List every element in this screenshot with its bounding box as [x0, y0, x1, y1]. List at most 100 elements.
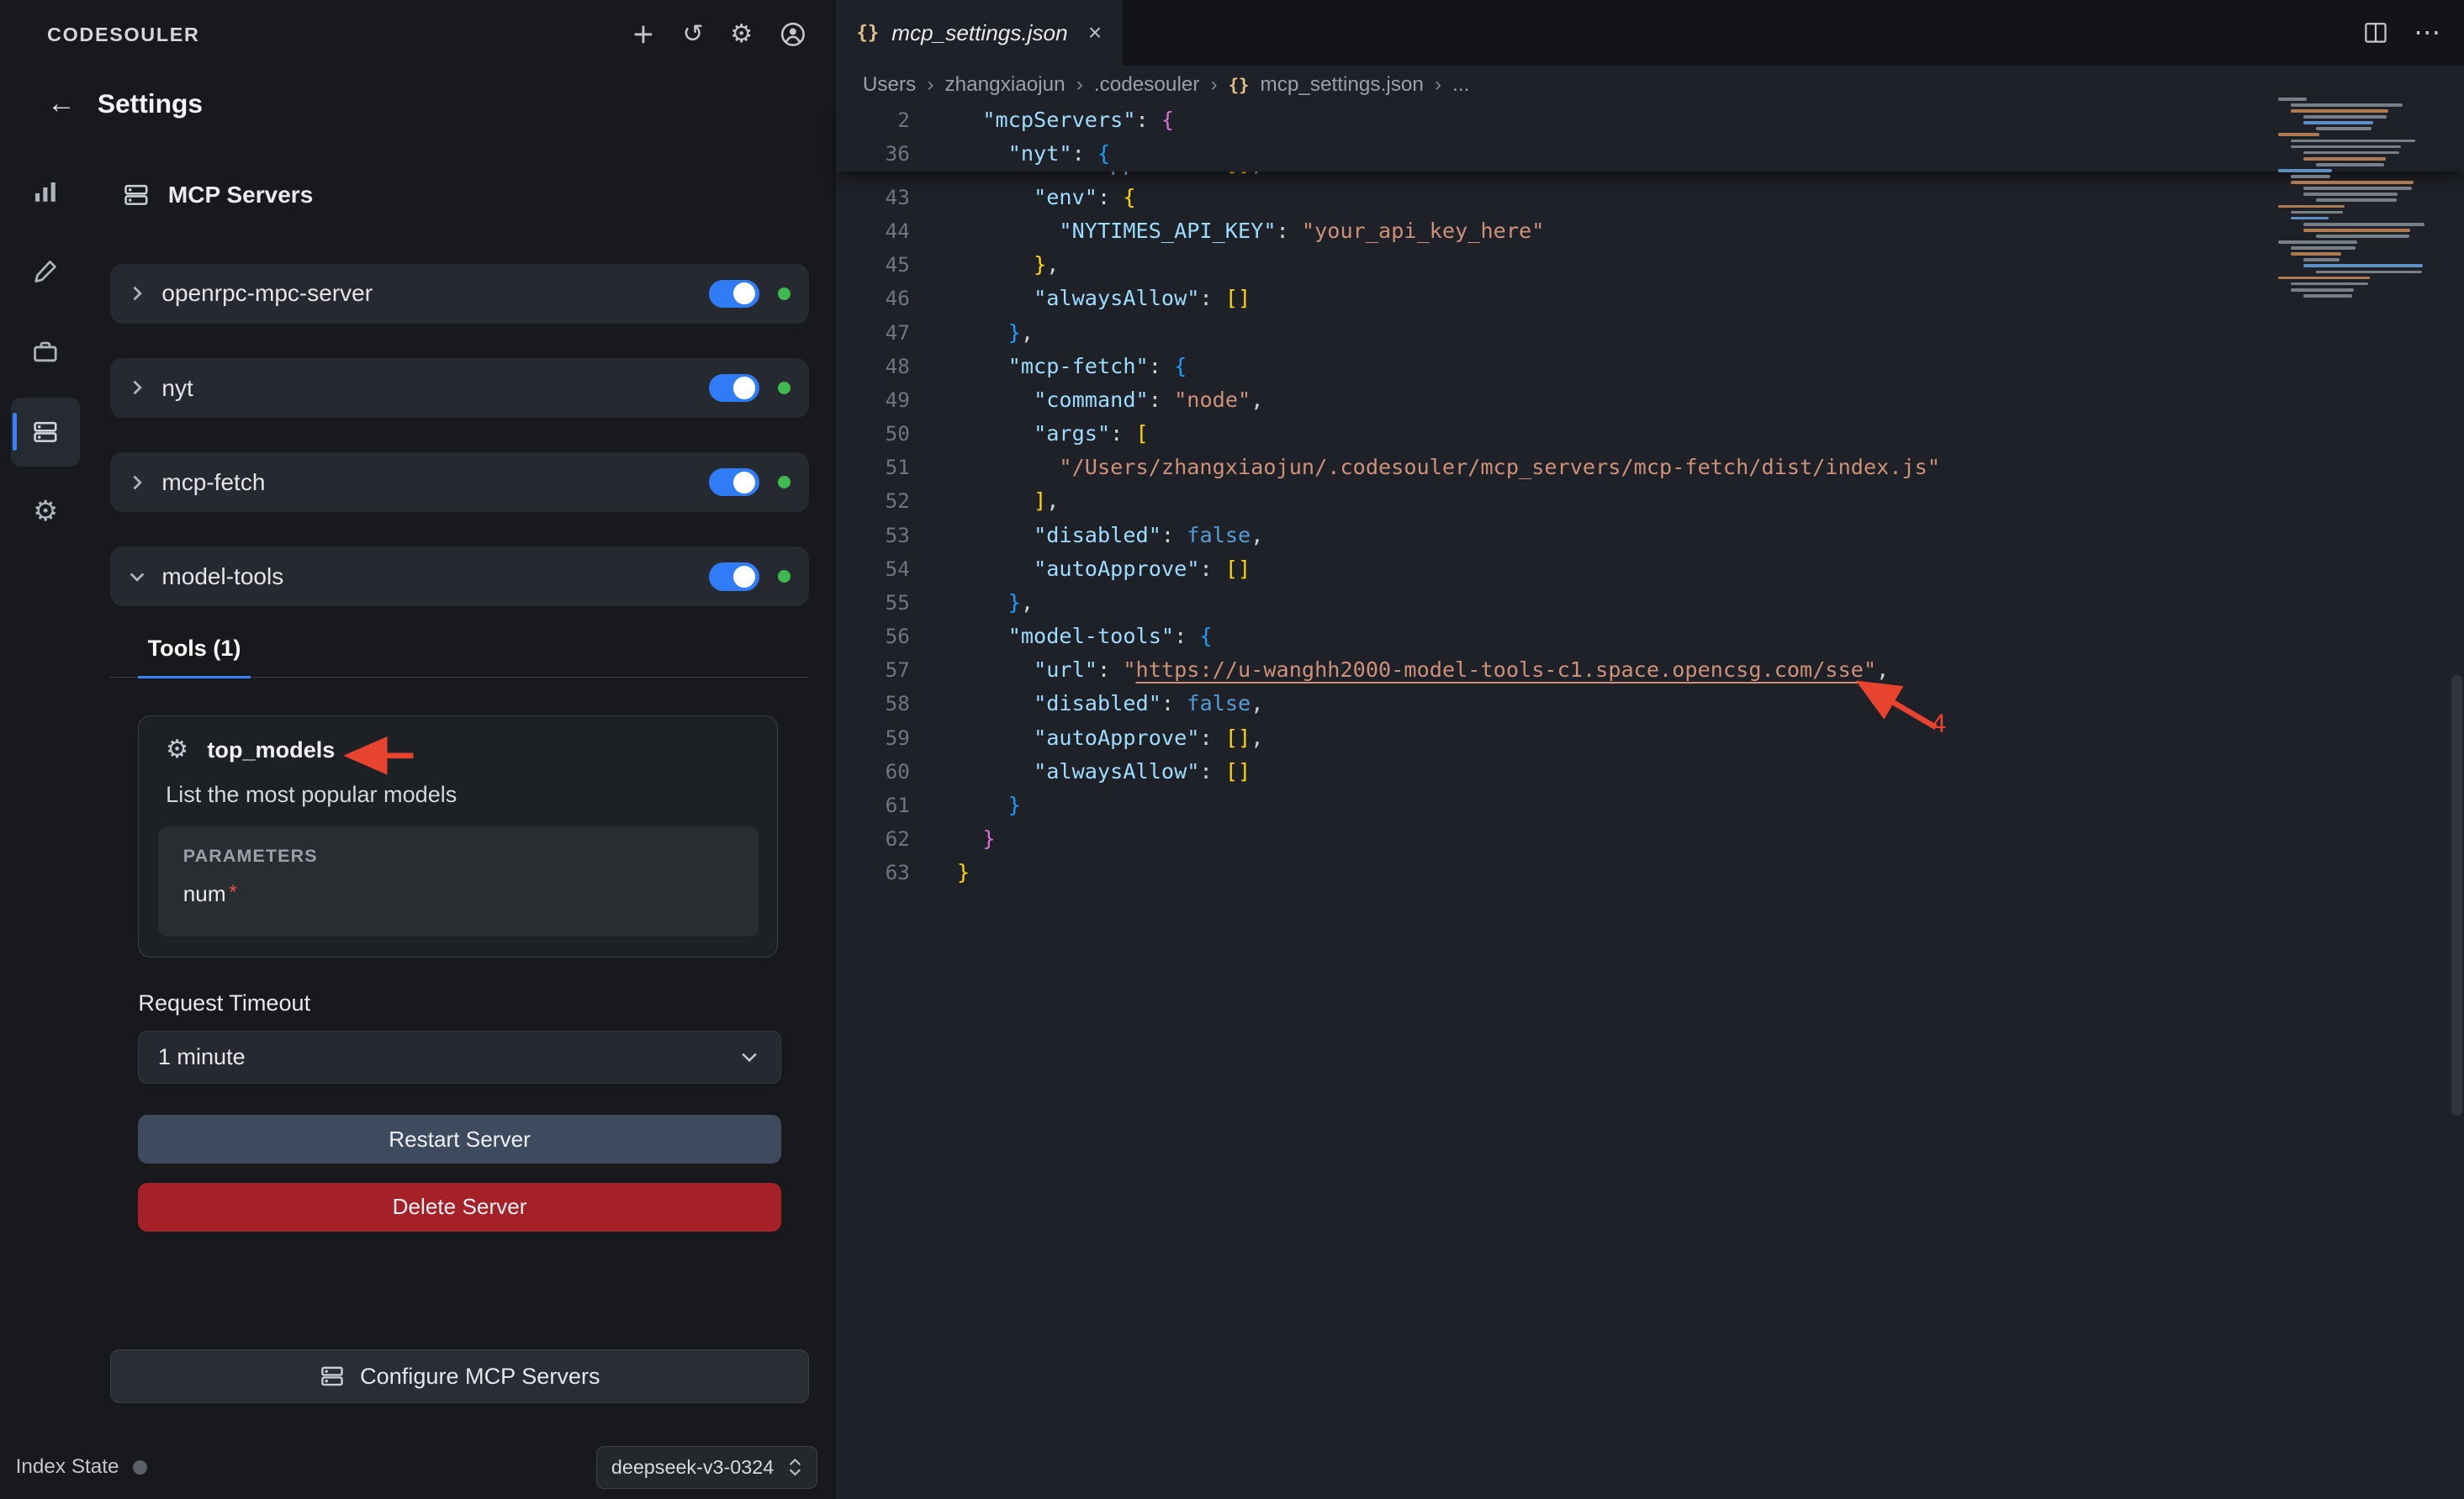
- code-line[interactable]: 59 "autoApprove": [],: [836, 721, 2464, 755]
- mcp-panel: MCP Servers openrpc-mpc-server nyt: [110, 157, 810, 1232]
- minimap-line: [2316, 127, 2371, 130]
- configure-mcp-servers-button[interactable]: Configure MCP Servers: [110, 1349, 810, 1403]
- back-arrow-icon[interactable]: ←: [47, 88, 76, 120]
- code-line[interactable]: 36 "nyt": {: [836, 137, 2464, 171]
- breadcrumb-item[interactable]: .codesouler: [1094, 73, 1200, 97]
- tab-tools[interactable]: Tools (1): [138, 635, 250, 678]
- request-timeout-label: Request Timeout: [138, 990, 809, 1016]
- code-line[interactable]: 51 "/Users/zhangxiaojun/.codesouler/mcp_…: [836, 451, 2464, 484]
- breadcrumb-item[interactable]: ...: [1452, 73, 1469, 97]
- server-name: openrpc-mpc-server: [161, 280, 373, 307]
- line-number: 43: [836, 181, 910, 214]
- code-text: "alwaysAllow": []: [957, 282, 1251, 315]
- minimap-line: [2291, 109, 2388, 113]
- icon-rail: ⚙: [0, 157, 91, 557]
- code-line[interactable]: 60 "alwaysAllow": []: [836, 755, 2464, 789]
- code-line[interactable]: 50 "args": [: [836, 417, 2464, 451]
- code-text: "mcp-fetch": {: [957, 350, 1187, 383]
- server-toggle[interactable]: [709, 562, 759, 591]
- rail-item-mcp-servers[interactable]: [11, 398, 80, 467]
- minimap-line: [2316, 198, 2396, 202]
- code-editor: 2 "mcpServers": {36 "nyt": { "autoApprov…: [836, 103, 2464, 1498]
- tool-card: ⚙ top_models List the most popular model…: [138, 715, 778, 958]
- parameter-name: num*: [183, 881, 733, 907]
- code-line[interactable]: 63}: [836, 856, 2464, 889]
- model-selector[interactable]: deepseek-v3-0324: [596, 1446, 817, 1489]
- code-line[interactable]: 46 "alwaysAllow": []: [836, 282, 2464, 315]
- delete-server-button[interactable]: Delete Server: [138, 1183, 780, 1232]
- rail-item-settings[interactable]: ⚙: [11, 478, 80, 546]
- code-line[interactable]: 61 }: [836, 789, 2464, 822]
- chevron-right-icon[interactable]: [125, 471, 149, 494]
- minimap-line: [2278, 98, 2307, 101]
- code-line[interactable]: 48 "mcp-fetch": {: [836, 350, 2464, 383]
- server-status-dot: [778, 476, 790, 488]
- editor-scrollbar[interactable]: [2451, 675, 2462, 1115]
- parameters-label: PARAMETERS: [183, 846, 733, 867]
- chevron-right-icon[interactable]: [125, 282, 149, 305]
- breadcrumb: Users›zhangxiaojun›.codesouler›{}mcp_set…: [836, 66, 2464, 103]
- rail-item-usage[interactable]: [11, 157, 80, 226]
- split-editor-icon[interactable]: [2363, 20, 2388, 45]
- restart-server-button[interactable]: Restart Server: [138, 1115, 780, 1164]
- new-chat-icon[interactable]: [631, 22, 656, 47]
- breadcrumb-item[interactable]: Users: [863, 73, 916, 97]
- code-text: "model-tools": {: [957, 620, 1213, 653]
- close-icon[interactable]: ×: [1088, 19, 1102, 46]
- rail-item-rules[interactable]: [11, 237, 80, 306]
- minimap-line: [2291, 246, 2356, 250]
- code-line[interactable]: 57 "url": "https://u-wanghh2000-model-to…: [836, 653, 2464, 687]
- server-row-openrpc[interactable]: openrpc-mpc-server: [110, 264, 810, 324]
- code-line[interactable]: 58 "disabled": false,: [836, 687, 2464, 720]
- code-text: "disabled": false,: [957, 519, 1263, 552]
- code-line[interactable]: 54 "autoApprove": []: [836, 552, 2464, 586]
- breadcrumb-item[interactable]: zhangxiaojun: [945, 73, 1065, 97]
- minimap-line: [2303, 151, 2399, 155]
- server-status-dot: [778, 382, 790, 394]
- code-line[interactable]: 45 },: [836, 248, 2464, 282]
- line-number: 53: [836, 519, 910, 552]
- code-line[interactable]: 43 "env": {: [836, 181, 2464, 214]
- code-line[interactable]: 62 }: [836, 822, 2464, 856]
- line-number: 59: [836, 721, 910, 755]
- server-toggle[interactable]: [709, 374, 759, 403]
- code-line[interactable]: 56 "model-tools": {: [836, 620, 2464, 653]
- json-file-icon: {}: [856, 22, 879, 44]
- chevron-right-icon[interactable]: [125, 376, 149, 399]
- server-name: nyt: [161, 375, 193, 402]
- line-number: 48: [836, 350, 910, 383]
- tab-mcp-settings[interactable]: {} mcp_settings.json ×: [836, 0, 1123, 66]
- code-text: "url": "https://u-wanghh2000-model-tools…: [957, 653, 1889, 687]
- server-row-mcp-fetch[interactable]: mcp-fetch: [110, 452, 810, 512]
- server-status-dot: [778, 570, 790, 583]
- server-row-nyt[interactable]: nyt: [110, 358, 810, 418]
- more-actions-icon[interactable]: ⋯: [2414, 19, 2440, 46]
- gear-icon[interactable]: ⚙: [730, 22, 753, 47]
- line-number: [836, 172, 910, 181]
- code-line[interactable]: 47 },: [836, 316, 2464, 350]
- mcp-section-title: MCP Servers: [168, 182, 313, 208]
- breadcrumb-item[interactable]: mcp_settings.json: [1261, 73, 1424, 97]
- code-line[interactable]: 2 "mcpServers": {: [836, 103, 2464, 137]
- minimap-line: [2291, 288, 2354, 292]
- server-toggle[interactable]: [709, 280, 759, 309]
- history-icon[interactable]: ↺: [682, 22, 703, 47]
- code-text: "command": "node",: [957, 383, 1263, 417]
- server-row-model-tools[interactable]: model-tools: [110, 546, 810, 606]
- rail-item-workspace[interactable]: [11, 317, 80, 386]
- minimap-line: [2291, 282, 2368, 286]
- chevron-down-icon[interactable]: [125, 565, 149, 589]
- minimap[interactable]: [2272, 98, 2445, 300]
- code-line[interactable]: 44 "NYTIMES_API_KEY": "your_api_key_here…: [836, 214, 2464, 248]
- server-toggle[interactable]: [709, 468, 759, 497]
- code-line[interactable]: 53 "disabled": false,: [836, 519, 2464, 552]
- code-line[interactable]: "autoApprove": [],: [836, 172, 2464, 181]
- line-number: 2: [836, 103, 910, 137]
- code-line[interactable]: 52 ],: [836, 484, 2464, 518]
- minimap-line: [2303, 294, 2352, 298]
- code-line[interactable]: 49 "command": "node",: [836, 383, 2464, 417]
- account-icon[interactable]: [780, 21, 806, 48]
- line-number: 60: [836, 755, 910, 789]
- code-line[interactable]: 55 },: [836, 586, 2464, 620]
- timeout-select[interactable]: 1 minute: [138, 1031, 780, 1085]
